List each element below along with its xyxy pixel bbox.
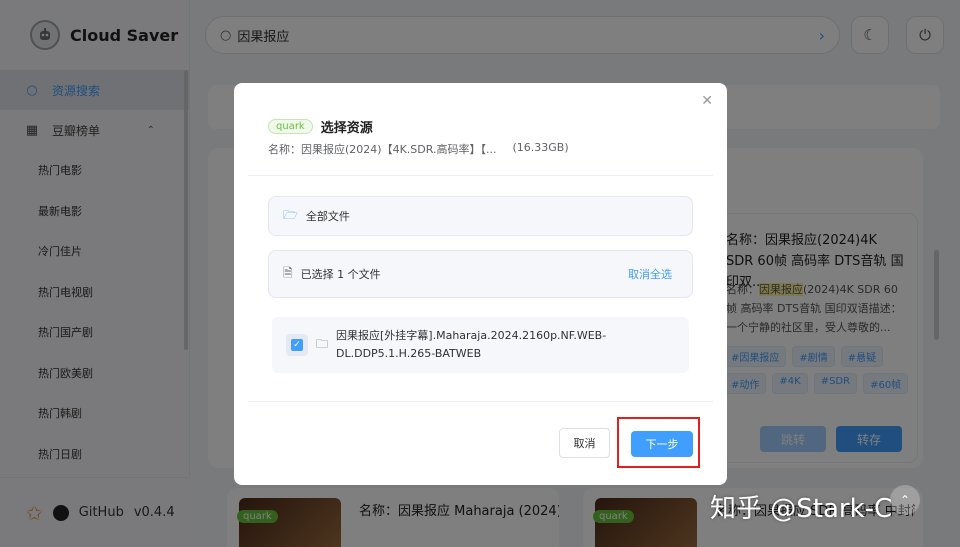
dialog-title: 选择资源	[320, 121, 373, 136]
selection-summary: 🗎 已选择 1 个文件 取消全选	[268, 250, 693, 298]
folder-icon: 🗀	[316, 336, 329, 351]
folder-breadcrumb[interactable]: 🗁 全部文件	[268, 196, 693, 236]
dialog-subtitle: 名称：因果报应(2024)【4K.SDR.高码率】【... (16.33GB)	[268, 141, 569, 157]
folder-open-icon: 🗁	[283, 207, 298, 222]
chevron-up-icon: ⌃	[899, 493, 911, 507]
file-name: 因果报应[外挂字幕].Maharaja.2024.2160p.NF.WEB-DL…	[336, 329, 607, 360]
highlight-box: 下一步	[617, 417, 700, 468]
resource-size: (16.33GB)	[512, 141, 569, 154]
divider	[248, 175, 713, 176]
check-icon: ✓	[291, 339, 303, 351]
deselect-all-link[interactable]: 取消全选	[628, 266, 672, 282]
dialog-header: quark 选择资源	[268, 117, 373, 136]
scroll-to-top-button[interactable]: ⌃	[890, 485, 920, 515]
document-icon: 🗎	[283, 265, 293, 280]
select-resource-dialog: ✕ quark 选择资源 名称：因果报应(2024)【4K.SDR.高码率】【.…	[234, 83, 727, 485]
resource-name: 名称：因果报应(2024)【4K.SDR.高码率】【...	[268, 143, 497, 156]
file-list-item[interactable]: ✓ 🗀 因果报应[外挂字幕].Maharaja.2024.2160p.NF.WE…	[272, 317, 689, 373]
file-checkbox[interactable]: ✓	[286, 334, 308, 356]
path-label: 全部文件	[305, 210, 350, 223]
next-button[interactable]: 下一步	[631, 431, 693, 457]
selected-count: 已选择 1 个文件	[300, 268, 381, 281]
watermark: 知乎 @Stark-C	[710, 494, 893, 524]
cancel-button[interactable]: 取消	[559, 428, 610, 458]
close-icon[interactable]: ✕	[701, 93, 713, 109]
quark-badge: quark	[268, 119, 313, 134]
divider	[248, 401, 713, 402]
